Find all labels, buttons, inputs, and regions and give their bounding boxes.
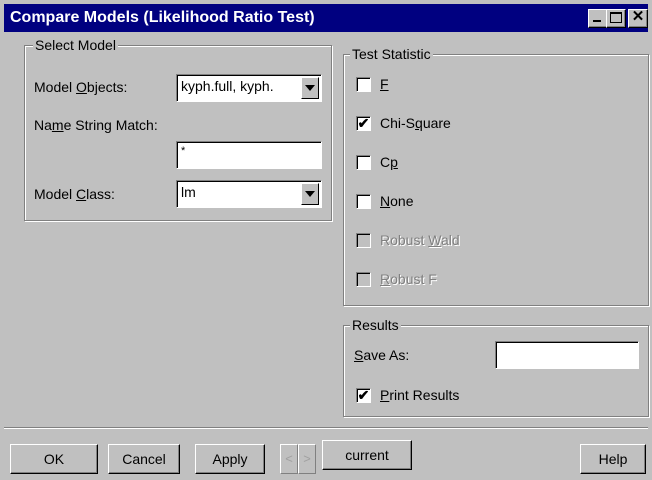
robust-wald-checkbox (356, 233, 371, 248)
name-string-match-input[interactable]: * (176, 141, 322, 169)
current-button[interactable]: current (322, 440, 412, 470)
minimize-button[interactable] (588, 9, 608, 28)
robust-f-label: Robust F (380, 271, 437, 287)
model-objects-dropdown-button[interactable] (301, 77, 319, 99)
title-bar[interactable]: Compare Models (Likelihood Ratio Test) ✕ (4, 4, 648, 32)
cancel-button[interactable]: Cancel (108, 444, 180, 474)
test-statistic-legend: Test Statistic (350, 45, 433, 63)
print-results-checkbox[interactable]: ✔ (356, 388, 371, 403)
ok-button[interactable]: OK (10, 444, 98, 474)
maximize-button[interactable] (606, 9, 626, 28)
model-class-dropdown-button[interactable] (301, 183, 319, 205)
chi-square-label[interactable]: Chi-Square (380, 114, 451, 132)
select-model-legend: Select Model (33, 36, 118, 54)
model-objects-label: Model Objects: (34, 79, 128, 95)
test-statistic-group: Test Statistic (343, 45, 649, 306)
model-objects-combo[interactable]: kyph.full, kyph. (176, 74, 322, 102)
name-string-match-label: Name String Match: (34, 117, 158, 133)
model-class-combo[interactable]: lm (176, 180, 322, 208)
none-checkbox[interactable] (356, 194, 371, 209)
previous-button[interactable]: < (280, 444, 298, 474)
dialog-window: Compare Models (Likelihood Ratio Test) ✕… (0, 0, 652, 480)
maximize-icon (610, 12, 622, 23)
close-button[interactable]: ✕ (628, 8, 648, 28)
close-icon: ✕ (631, 8, 645, 25)
results-legend: Results (350, 316, 401, 334)
name-string-match-value: * (181, 145, 186, 157)
chi-square-checkbox[interactable]: ✔ (356, 116, 371, 131)
save-as-input[interactable] (495, 341, 639, 369)
button-bar-separator (4, 427, 648, 429)
chevron-down-icon (305, 191, 315, 197)
f-label[interactable]: F (380, 75, 389, 93)
cp-checkbox[interactable] (356, 155, 371, 170)
model-objects-value: kyph.full, kyph. (181, 78, 274, 94)
f-checkbox[interactable] (356, 77, 371, 92)
save-as-label: Save As: (354, 347, 410, 363)
window-title: Compare Models (Likelihood Ratio Test) (10, 9, 315, 26)
apply-button[interactable]: Apply (195, 444, 265, 474)
robust-f-checkbox (356, 272, 371, 287)
model-class-value: lm (181, 184, 196, 200)
print-results-label[interactable]: Print Results (380, 386, 459, 404)
none-label[interactable]: None (380, 192, 413, 210)
cp-label[interactable]: Cp (380, 153, 398, 171)
robust-wald-label: Robust Wald (380, 232, 460, 248)
next-button[interactable]: > (298, 444, 316, 474)
minimize-icon (593, 20, 601, 22)
help-button[interactable]: Help (580, 444, 646, 474)
chevron-down-icon (305, 85, 315, 91)
model-class-label: Model Class: (34, 186, 115, 202)
